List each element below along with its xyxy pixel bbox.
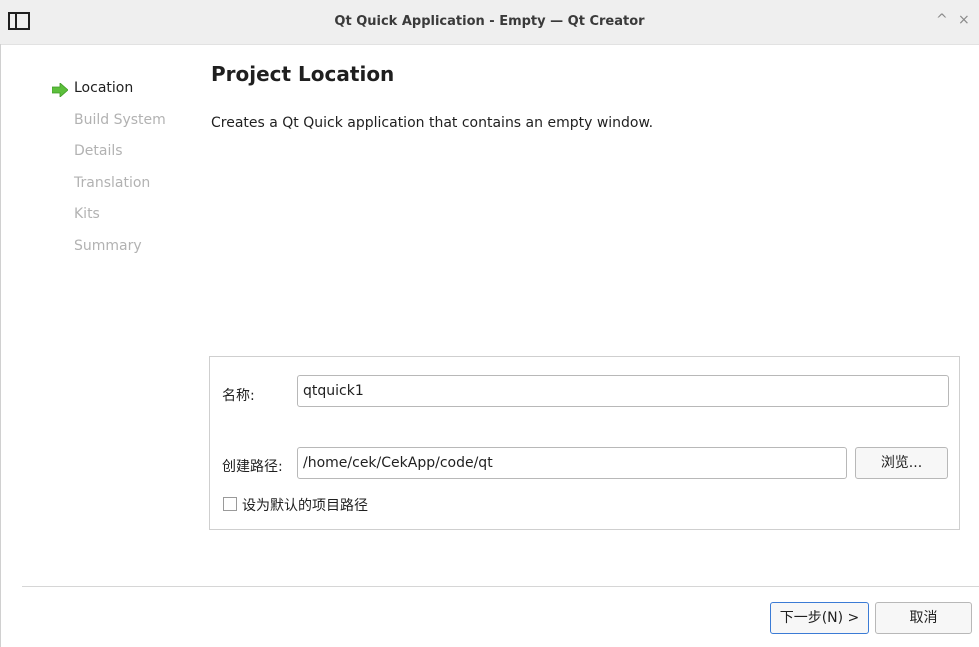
sidebar-item-location: Location: [74, 80, 134, 96]
name-label: 名称:: [222, 388, 255, 404]
default-path-label[interactable]: 设为默认的项目路径: [242, 495, 368, 515]
sidebar-item-summary: Summary: [74, 238, 142, 254]
project-path-input[interactable]: /home/cek/CekApp/code/qt: [297, 447, 847, 479]
sidebar-item-kits: Kits: [74, 206, 100, 222]
default-path-checkbox[interactable]: [223, 497, 237, 511]
window-left-border: [0, 44, 1, 647]
title-bar: Qt Quick Application - Empty — Qt Creato…: [0, 0, 979, 45]
current-step-arrow-icon: [52, 83, 68, 97]
window-title: Qt Quick Application - Empty — Qt Creato…: [334, 14, 645, 29]
footer-divider: [22, 586, 979, 587]
page-title: Project Location: [211, 62, 395, 86]
page-description: Creates a Qt Quick application that cont…: [211, 115, 654, 131]
project-location-form: 名称: qtquick1 创建路径: /home/cek/CekApp/code…: [209, 356, 960, 530]
next-button[interactable]: 下一步(N) >: [770, 602, 869, 634]
cancel-button[interactable]: 取消: [875, 602, 972, 634]
project-name-input[interactable]: qtquick1: [297, 375, 949, 407]
sidebar-item-translation: Translation: [74, 175, 151, 191]
browse-button[interactable]: 浏览...: [855, 447, 948, 479]
sidebar-item-build-system: Build System: [74, 112, 166, 128]
maximize-icon[interactable]: ^: [936, 12, 948, 28]
sidebar-item-details: Details: [74, 143, 123, 159]
close-icon[interactable]: ×: [958, 12, 970, 28]
path-label: 创建路径:: [222, 459, 283, 475]
